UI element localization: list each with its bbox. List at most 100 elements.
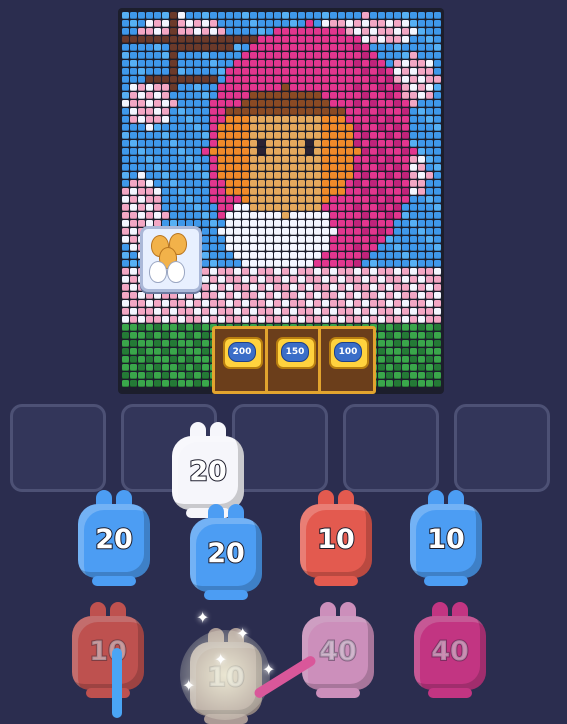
holding-slot[interactable]: [10, 404, 106, 492]
bunny-shooter[interactable]: 10: [72, 602, 144, 698]
pixel-block: [209, 179, 217, 187]
pixel-block: [401, 267, 409, 275]
bunny-shooter[interactable]: 20: [78, 490, 150, 586]
pixel-block: [265, 155, 273, 163]
pixel-block: [185, 211, 193, 219]
pixel-block: [401, 315, 409, 323]
pixel-block: [305, 51, 313, 59]
pixel-block: [137, 11, 145, 19]
pixel-block: [249, 179, 257, 187]
pixel-block: [273, 179, 281, 187]
pixel-block: [137, 299, 145, 307]
pixel-block: [281, 179, 289, 187]
pixel-block: [377, 155, 385, 163]
pixel-block: [353, 163, 361, 171]
pixel-block: [257, 195, 265, 203]
pixel-block: [433, 59, 441, 67]
pixel-block: [393, 275, 401, 283]
pixel-block: [385, 331, 393, 339]
pixel-block: [241, 235, 249, 243]
pixel-block: [121, 171, 129, 179]
pixel-block: [433, 67, 441, 75]
pixel-block: [217, 75, 225, 83]
pixel-block: [337, 99, 345, 107]
pixel-block: [377, 299, 385, 307]
pixel-block: [201, 187, 209, 195]
pixel-block: [265, 219, 273, 227]
pixel-block: [329, 91, 337, 99]
pixel-block: [169, 291, 177, 299]
pixel-block: [329, 51, 337, 59]
pixel-block: [369, 235, 377, 243]
pixel-block: [225, 259, 233, 267]
pixel-block: [417, 195, 425, 203]
pixel-block: [217, 299, 225, 307]
bunny-shooter[interactable]: 10: [410, 490, 482, 586]
pixel-block: [401, 139, 409, 147]
pixel-block: [417, 251, 425, 259]
pixel-block: [433, 187, 441, 195]
pixel-block: [145, 171, 153, 179]
pixel-block: [385, 51, 393, 59]
pixel-block: [313, 227, 321, 235]
pixel-block: [345, 195, 353, 203]
pixel-block: [409, 275, 417, 283]
pixel-block: [385, 19, 393, 27]
pixel-block: [297, 163, 305, 171]
holding-slot[interactable]: [454, 404, 550, 492]
pixel-block: [129, 59, 137, 67]
pixel-block: [409, 131, 417, 139]
pixel-block: [433, 51, 441, 59]
pixel-block: [345, 171, 353, 179]
pixel-block: [337, 19, 345, 27]
pixel-block: [129, 139, 137, 147]
bunny-shooter[interactable]: 10: [300, 490, 372, 586]
pixel-block: [233, 291, 241, 299]
pixel-block: [217, 307, 225, 315]
pixel-block: [121, 43, 129, 51]
holding-slot[interactable]: [232, 404, 328, 492]
pixel-block: [361, 59, 369, 67]
pixel-block: [273, 227, 281, 235]
pixel-block: [225, 43, 233, 51]
pixel-block: [121, 267, 129, 275]
pixel-block: [417, 107, 425, 115]
egg-bonus-crate[interactable]: [140, 226, 202, 292]
bunny-shooter[interactable]: 20: [172, 422, 244, 518]
bunny-shooter[interactable]: 20: [190, 504, 262, 600]
pixel-block: [129, 83, 137, 91]
pixel-block: [369, 99, 377, 107]
pixel-block: [425, 179, 433, 187]
pixel-block: [233, 187, 241, 195]
pixel-block: [161, 371, 169, 379]
pixel-block: [145, 147, 153, 155]
pixel-block: [433, 323, 441, 331]
pixel-block: [241, 251, 249, 259]
pixel-block: [193, 331, 201, 339]
pixel-block: [209, 299, 217, 307]
pixel-block: [361, 203, 369, 211]
pixel-block: [225, 291, 233, 299]
pixel-block: [401, 275, 409, 283]
pixel-block: [369, 147, 377, 155]
pixel-block: [401, 99, 409, 107]
pixel-block: [193, 299, 201, 307]
pixel-block: [425, 27, 433, 35]
pixel-block: [193, 43, 201, 51]
pixel-block: [145, 307, 153, 315]
pixel-block: [145, 59, 153, 67]
pixel-block: [393, 235, 401, 243]
pixel-block: [185, 131, 193, 139]
pixel-block: [201, 131, 209, 139]
pixel-block: [385, 27, 393, 35]
pixel-block: [361, 163, 369, 171]
pixel-block: [329, 123, 337, 131]
bunny-shooter[interactable]: 40: [414, 602, 486, 698]
blue-wand-icon: [112, 648, 122, 718]
pixel-block: [313, 283, 321, 291]
pixel-block: [369, 315, 377, 323]
bunny-shooter[interactable]: 40: [302, 602, 374, 698]
pixel-block: [433, 379, 441, 387]
holding-slot[interactable]: [343, 404, 439, 492]
pixel-block: [241, 171, 249, 179]
